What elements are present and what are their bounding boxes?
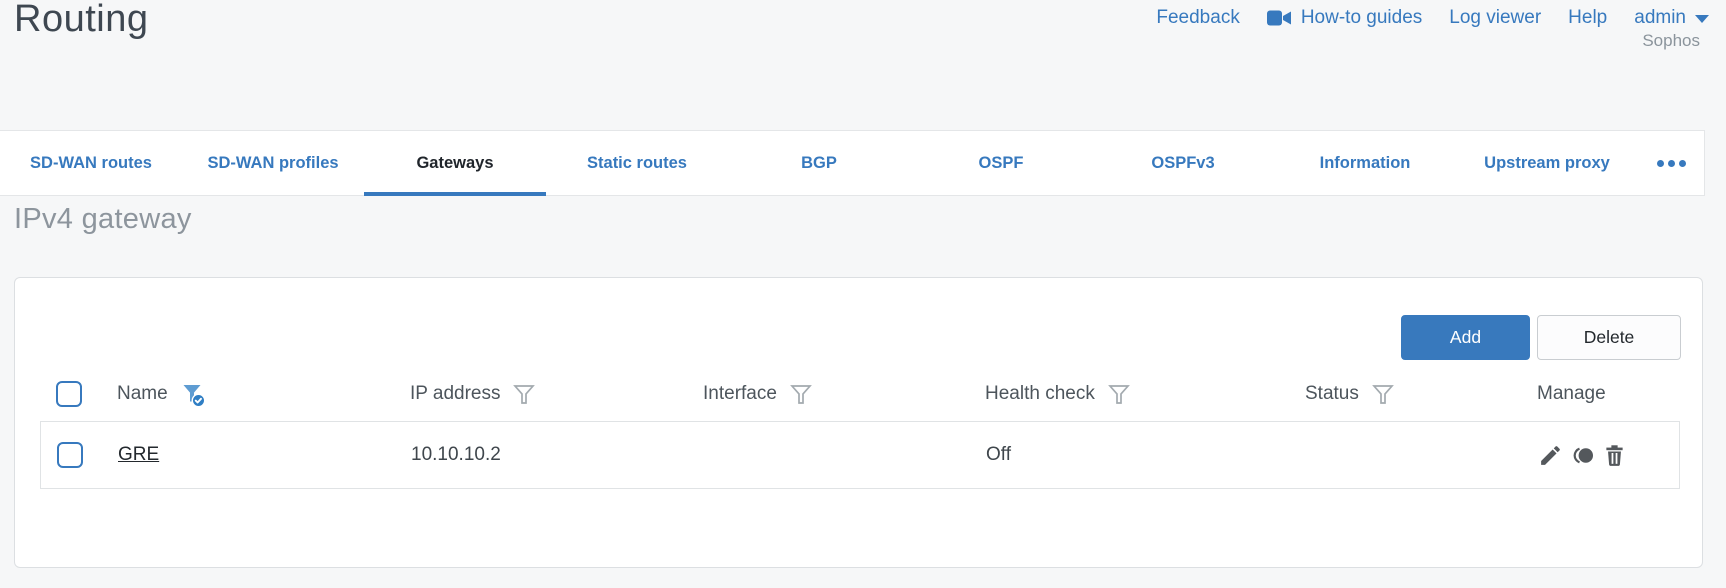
filter-icon[interactable] [512,382,536,407]
table-toolbar: Add Delete [1401,315,1681,360]
tab-ospfv3[interactable]: OSPFv3 [1092,131,1274,195]
edit-pencil-icon[interactable] [1538,443,1563,468]
feedback-link[interactable]: Feedback [1156,7,1239,29]
table-row: GRE 10.10.10.2 Off [40,421,1680,489]
filter-icon[interactable] [789,382,813,407]
filter-active-icon[interactable] [180,381,207,408]
tab-ospf[interactable]: OSPF [910,131,1092,195]
health-check-cell: Off [986,444,1011,465]
gateway-name-link[interactable]: GRE [118,444,159,465]
page-title: Routing [14,0,149,40]
column-header-name: Name [117,383,168,404]
ellipsis-icon [1656,159,1664,167]
tab-static-routes[interactable]: Static routes [546,131,728,195]
clone-icon[interactable] [1569,443,1596,468]
log-viewer-link[interactable]: Log viewer [1449,7,1541,29]
manage-cell [1538,443,1679,468]
tab-upstream-proxy[interactable]: Upstream proxy [1456,131,1638,195]
gateway-table-card: Add Delete Name IP address Interface Hea… [14,277,1703,568]
howto-guides-link[interactable]: How-to guides [1266,7,1422,29]
row-checkbox[interactable] [57,442,83,468]
brand-label: Sophos [1642,31,1700,50]
tab-bgp[interactable]: BGP [728,131,910,195]
tab-gateways[interactable]: Gateways [364,131,546,196]
table-header-row: Name IP address Interface Health check S… [40,367,1680,421]
tab-bar: SD-WAN routes SD-WAN profiles Gateways S… [0,130,1705,196]
more-tabs-button[interactable] [1638,131,1704,195]
trash-icon[interactable] [1602,443,1627,468]
filter-icon[interactable] [1371,382,1395,407]
tab-sdwan-profiles[interactable]: SD-WAN profiles [182,131,364,195]
section-title: IPv4 gateway [14,203,192,235]
column-header-ip-address: IP address [410,383,501,404]
add-button[interactable]: Add [1401,315,1530,360]
filter-icon[interactable] [1107,382,1131,407]
column-header-manage: Manage [1537,383,1606,404]
tab-sdwan-routes[interactable]: SD-WAN routes [0,131,182,195]
column-header-interface: Interface [703,383,777,404]
column-header-health-check: Health check [985,383,1095,404]
delete-button[interactable]: Delete [1537,315,1681,360]
help-link[interactable]: Help [1568,7,1607,29]
chevron-down-icon [1695,15,1709,23]
header-nav: Feedback How-to guides Log viewer Help a… [1156,7,1709,29]
ip-address-cell: 10.10.10.2 [411,444,501,465]
video-camera-icon [1266,8,1292,28]
column-header-status: Status [1305,383,1359,404]
select-all-checkbox[interactable] [56,381,82,407]
tab-information[interactable]: Information [1274,131,1456,195]
user-menu[interactable]: admin [1634,7,1709,29]
